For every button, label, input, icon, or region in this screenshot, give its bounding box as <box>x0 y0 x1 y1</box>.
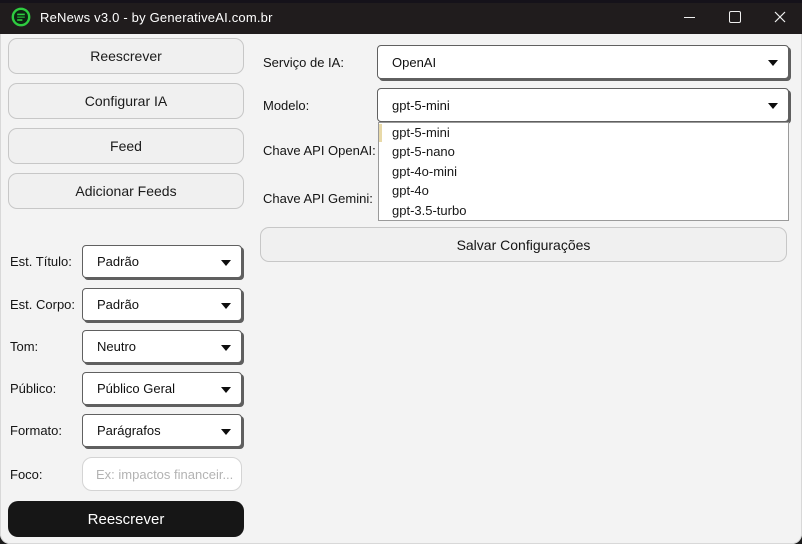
foco-label: Foco: <box>10 466 43 482</box>
chevron-down-icon <box>768 60 778 66</box>
modelo-option-label: gpt-3.5-turbo <box>392 202 467 218</box>
tom-select[interactable]: Neutro <box>82 330 242 363</box>
servico-ia-select[interactable]: OpenAI <box>377 45 789 79</box>
modelo-option-label: gpt-5-mini <box>392 125 450 140</box>
modelo-option-gpt-3.5-turbo[interactable]: gpt-3.5-turbo <box>379 201 788 220</box>
nav-configurar-ia-button[interactable]: Configurar IA <box>8 83 244 119</box>
modelo-select[interactable]: gpt-5-mini <box>377 88 789 122</box>
nav-reescrever-button[interactable]: Reescrever <box>8 38 244 74</box>
est-titulo-select[interactable]: Padrão <box>82 245 242 278</box>
modelo-label: Modelo: <box>263 97 310 113</box>
chevron-down-icon <box>221 386 231 393</box>
nav-button-label: Reescrever <box>90 48 162 64</box>
foco-placeholder: Ex: impactos financeir... <box>96 466 234 482</box>
servico-ia-value: OpenAI <box>392 54 437 70</box>
publico-value: Público Geral <box>97 381 176 396</box>
tom-value: Neutro <box>97 339 137 354</box>
est-titulo-label: Est. Título: <box>10 254 72 269</box>
chevron-down-icon <box>221 428 231 435</box>
modelo-value: gpt-5-mini <box>392 97 450 113</box>
est-corpo-select[interactable]: Padrão <box>82 288 242 321</box>
titlebar: ReNews v3.0 - by GenerativeAI.com.br <box>0 0 802 34</box>
app-logo-icon <box>11 7 31 27</box>
nav-button-label: Configurar IA <box>84 93 168 109</box>
est-corpo-label: Est. Corpo: <box>10 297 76 312</box>
titlebar-top-strip <box>0 0 802 3</box>
maximize-button[interactable] <box>712 0 757 34</box>
nav-feed-button[interactable]: Feed <box>8 128 244 164</box>
foco-input[interactable]: Ex: impactos financeir... <box>82 457 242 491</box>
salvar-configuracoes-button[interactable]: Salvar Configurações <box>260 227 787 262</box>
close-icon <box>774 11 785 23</box>
app-window: ReNews v3.0 - by GenerativeAI.com.br Ree… <box>0 0 802 544</box>
window-controls <box>667 0 802 34</box>
chave-api-gemini-label: Chave API Gemini: <box>263 190 373 206</box>
formato-select[interactable]: Parágrafos <box>82 414 242 447</box>
chave-api-openai-label: Chave API OpenAI: <box>263 142 376 158</box>
reescrever-primary-button[interactable]: Reescrever <box>8 501 244 537</box>
modelo-option-gpt-4o-mini[interactable]: gpt-4o-mini <box>379 162 788 181</box>
window-title: ReNews v3.0 - by GenerativeAI.com.br <box>40 9 273 25</box>
chevron-down-icon <box>221 259 231 266</box>
modelo-option-label: gpt-5-nano <box>392 144 455 160</box>
publico-select[interactable]: Público Geral <box>82 372 242 405</box>
selection-marker <box>379 124 382 142</box>
modelo-dropdown-popup: gpt-5-mini gpt-5-nano gpt-4o-mini gpt-4o… <box>378 122 789 221</box>
minimize-icon <box>684 16 695 18</box>
minimize-button[interactable] <box>667 0 712 34</box>
publico-label: Público: <box>10 381 57 396</box>
modelo-option-gpt-4o[interactable]: gpt-4o <box>379 181 788 200</box>
modelo-option-label: gpt-4o-mini <box>392 163 458 179</box>
nav-button-label: Adicionar Feeds <box>75 183 177 199</box>
close-button[interactable] <box>757 0 802 34</box>
tom-label: Tom: <box>10 339 39 354</box>
formato-label: Formato: <box>10 423 63 438</box>
modelo-option-gpt-5-mini[interactable]: gpt-5-mini <box>379 123 788 142</box>
maximize-icon <box>728 11 741 23</box>
nav-adicionar-feeds-button[interactable]: Adicionar Feeds <box>8 173 244 209</box>
reescrever-primary-label: Reescrever <box>87 510 165 528</box>
nav-button-label: Feed <box>110 138 142 154</box>
modelo-option-label: gpt-4o <box>392 183 429 199</box>
formato-value: Parágrafos <box>97 423 161 438</box>
chevron-down-icon <box>221 302 231 309</box>
salvar-configuracoes-label: Salvar Configurações <box>456 236 591 253</box>
est-titulo-value: Padrão <box>97 254 139 269</box>
chevron-down-icon <box>768 103 778 109</box>
modelo-option-gpt-5-nano[interactable]: gpt-5-nano <box>379 142 788 161</box>
est-corpo-value: Padrão <box>97 297 139 312</box>
servico-ia-label: Serviço de IA: <box>263 54 344 70</box>
chevron-down-icon <box>221 344 231 351</box>
